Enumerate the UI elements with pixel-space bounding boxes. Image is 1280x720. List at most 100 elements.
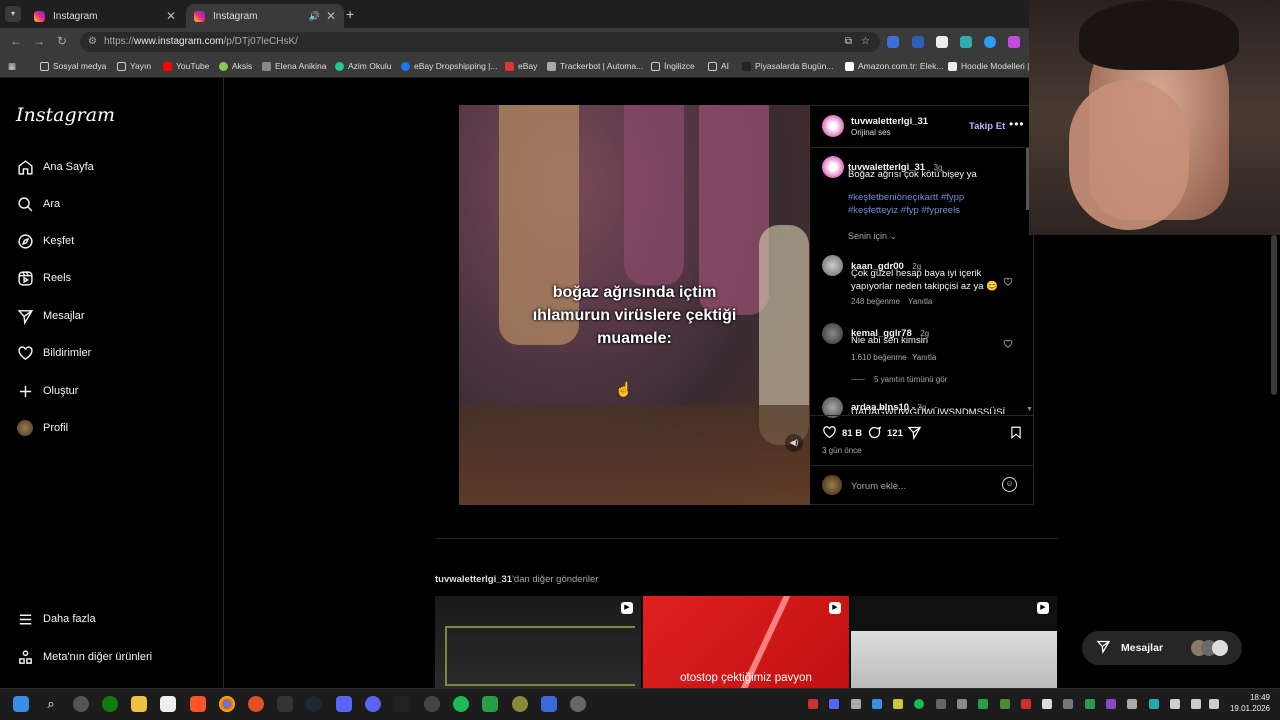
app-icon[interactable] bbox=[394, 696, 410, 712]
nav-meta-products[interactable]: Meta'nın diğer ürünleri bbox=[16, 647, 152, 667]
like-icon[interactable] bbox=[822, 425, 837, 445]
bookmark-folder[interactable]: Yayın bbox=[117, 61, 151, 71]
comment-like-icon[interactable] bbox=[1003, 274, 1013, 292]
chrome-icon[interactable] bbox=[219, 696, 235, 712]
bookmark-link[interactable]: Hoodie Modelleri | bbox=[948, 61, 1029, 71]
close-tab-icon[interactable]: ✕ bbox=[166, 9, 176, 23]
tray-icon[interactable] bbox=[1000, 699, 1010, 709]
nav-home[interactable]: Ana Sayfa bbox=[16, 157, 94, 177]
bookmark-link[interactable]: Amazon.com.tr: Elek... bbox=[845, 61, 944, 71]
bookmark-link[interactable]: eBay Dropshipping |... bbox=[401, 61, 497, 71]
speaker-icon[interactable]: 🔊 bbox=[309, 11, 320, 22]
site-info-icon[interactable]: ⚙ bbox=[88, 32, 97, 52]
nav-explore[interactable]: Keşfet bbox=[16, 231, 74, 251]
tray-icon[interactable] bbox=[1127, 699, 1137, 709]
epic-games-icon[interactable] bbox=[277, 696, 293, 712]
caption-hashtags[interactable]: #keşfetbeniöneçıkartt #fypp bbox=[848, 192, 964, 203]
bookmark-link[interactable]: Trackerbot | Automa... bbox=[547, 61, 643, 71]
nav-more[interactable]: Daha fazla bbox=[16, 609, 96, 629]
discord-icon[interactable] bbox=[365, 696, 381, 712]
post-thumbnail[interactable]: ▶ bbox=[851, 596, 1057, 688]
author-username[interactable]: tuvwaletterlgi_31 bbox=[851, 116, 928, 127]
address-bar[interactable]: ⚙ https://www.instagram.com/p/DTj07leCHs… bbox=[80, 32, 880, 52]
tray-icon[interactable] bbox=[808, 699, 818, 709]
caption-hashtags[interactable]: #keşfetteyiz #fyp #fypreels bbox=[848, 205, 960, 216]
tray-icon[interactable] bbox=[1085, 699, 1095, 709]
tray-icon[interactable] bbox=[1021, 699, 1031, 709]
post-thumbnail[interactable]: otostop çektiğimiz pavyon ▶ bbox=[643, 596, 849, 688]
system-clock[interactable]: 18:49 19.01.2026 bbox=[1228, 692, 1270, 714]
follow-button[interactable]: Takip Et bbox=[969, 121, 1005, 132]
like-count[interactable]: 81 B bbox=[842, 428, 862, 439]
close-tab-icon[interactable]: ✕ bbox=[326, 9, 336, 23]
tray-icon[interactable] bbox=[893, 699, 903, 709]
comment-sort-dropdown[interactable]: Senin için ⌄ bbox=[848, 231, 897, 242]
app-icon[interactable] bbox=[541, 696, 557, 712]
steam-icon[interactable] bbox=[306, 696, 322, 712]
share-icon[interactable] bbox=[907, 425, 922, 445]
view-replies-link[interactable]: 5 yanıtın tümünü gör bbox=[874, 375, 947, 384]
nav-reels[interactable]: Reels bbox=[16, 268, 71, 288]
vpn-extension-icon[interactable] bbox=[984, 36, 996, 48]
caption-avatar[interactable] bbox=[822, 156, 844, 178]
bookmark-youtube[interactable]: YouTube bbox=[163, 61, 209, 71]
app-icon[interactable] bbox=[570, 696, 586, 712]
tab-instagram-2[interactable]: Instagram 🔊 ✕ bbox=[186, 4, 344, 28]
app-icon[interactable] bbox=[424, 696, 440, 712]
spotify-icon[interactable] bbox=[453, 696, 469, 712]
extension-icon[interactable] bbox=[1008, 36, 1020, 48]
app-icon[interactable] bbox=[336, 696, 352, 712]
tray-icon[interactable] bbox=[936, 699, 946, 709]
reload-icon[interactable]: ↻ bbox=[57, 34, 67, 48]
nav-search[interactable]: Ara bbox=[16, 194, 60, 214]
comment-reply-button[interactable]: Yanıtla bbox=[908, 297, 932, 306]
volume-icon[interactable] bbox=[1209, 699, 1219, 709]
tray-icon[interactable] bbox=[829, 699, 839, 709]
new-tab-button[interactable]: + bbox=[346, 6, 354, 22]
more-options-icon[interactable]: ••• bbox=[1009, 117, 1025, 131]
back-icon[interactable]: ← bbox=[10, 34, 22, 48]
bookmark-link[interactable]: Piyasalarda Bugün... bbox=[742, 61, 833, 71]
store-icon[interactable] bbox=[160, 696, 176, 712]
tray-icon[interactable] bbox=[1106, 699, 1116, 709]
mute-icon[interactable]: ◀) bbox=[785, 434, 803, 452]
network-icon[interactable] bbox=[1191, 699, 1201, 709]
nav-create[interactable]: Oluştur bbox=[16, 381, 78, 401]
post-video[interactable]: boğaz ağrısında içtim ıhlamurun virüsler… bbox=[459, 105, 810, 505]
bookmark-link[interactable]: eBay bbox=[505, 61, 537, 71]
nav-notifications[interactable]: Bildirimler bbox=[16, 343, 91, 363]
app-icon[interactable] bbox=[248, 696, 264, 712]
translate-extension-icon[interactable] bbox=[887, 36, 899, 48]
comment-input[interactable]: Yorum ekle... bbox=[851, 481, 906, 492]
microphone-icon[interactable] bbox=[1170, 699, 1180, 709]
tray-icon[interactable] bbox=[914, 699, 924, 709]
tray-icon[interactable] bbox=[851, 699, 861, 709]
extension-icon[interactable] bbox=[936, 36, 948, 48]
comment-reply-button[interactable]: Yanıtla bbox=[912, 353, 936, 362]
nav-profile[interactable]: Profil bbox=[16, 418, 68, 438]
audio-label[interactable]: Orijinal ses bbox=[851, 128, 891, 137]
forward-icon[interactable]: → bbox=[33, 34, 45, 48]
install-app-icon[interactable]: ⧉ bbox=[845, 32, 852, 52]
tray-icon[interactable] bbox=[872, 699, 882, 709]
comment-like-icon[interactable] bbox=[1003, 336, 1013, 354]
xbox-icon[interactable] bbox=[102, 696, 118, 712]
tray-icon[interactable] bbox=[1042, 699, 1052, 709]
comment-count[interactable]: 121 bbox=[887, 428, 903, 439]
page-scrollbar[interactable] bbox=[1271, 235, 1277, 395]
tray-icon[interactable] bbox=[978, 699, 988, 709]
comment-likes[interactable]: 1.610 beğenme bbox=[851, 353, 907, 362]
comment-avatar[interactable] bbox=[822, 255, 843, 276]
bookmark-link[interactable]: Azim Okulu bbox=[335, 61, 391, 71]
comment-avatar[interactable] bbox=[822, 323, 843, 344]
bookmark-folder[interactable]: Sosyal medya bbox=[40, 61, 106, 71]
messages-pill[interactable]: Mesajlar bbox=[1082, 631, 1242, 665]
scroll-down-icon[interactable]: ▼ bbox=[1026, 406, 1033, 413]
author-avatar[interactable] bbox=[822, 115, 844, 137]
bookmark-star-icon[interactable]: ☆ bbox=[861, 32, 870, 52]
comment-icon[interactable] bbox=[867, 425, 882, 445]
app-icon[interactable] bbox=[512, 696, 528, 712]
emoji-icon[interactable]: ☺ bbox=[1002, 477, 1017, 492]
start-icon[interactable] bbox=[13, 696, 29, 712]
bookmark-link[interactable]: Elena Anikina bbox=[262, 61, 327, 71]
